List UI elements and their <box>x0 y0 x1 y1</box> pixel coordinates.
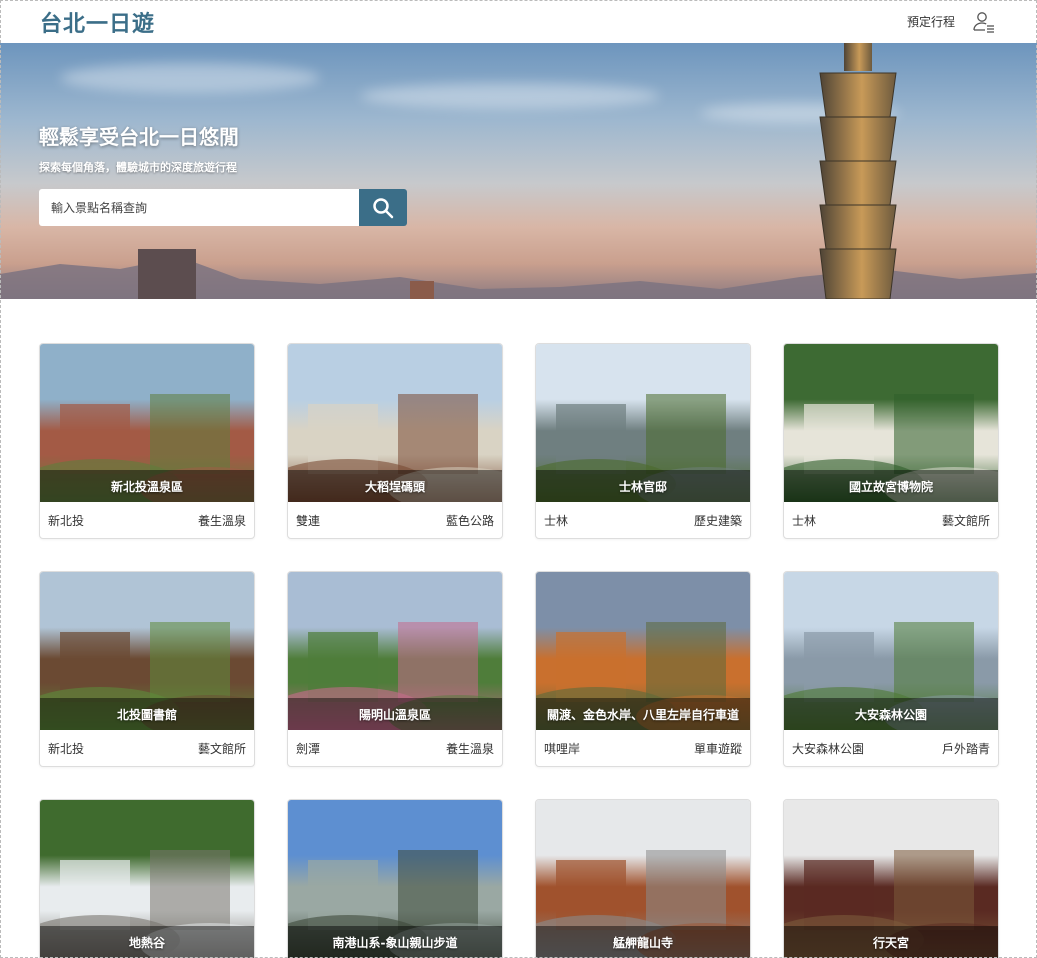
hero-banner: 輕鬆享受台北一日悠閒 探索每個角落，體驗城市的深度旅遊行程 <box>0 43 1037 299</box>
attraction-meta: 新北投 藝文館所 <box>40 730 254 766</box>
attraction-name: 行天宮 <box>784 926 998 958</box>
attraction-meta: 新北投 養生溫泉 <box>40 502 254 538</box>
attraction-image: 大安森林公園 <box>784 572 998 730</box>
search-bar <box>39 189 407 226</box>
attraction-category: 藍色公路 <box>445 513 494 528</box>
attraction-name: 國立故宮博物院 <box>784 470 998 502</box>
attraction-card[interactable]: 行天宮 <box>783 799 999 958</box>
attraction-name: 北投圖書館 <box>40 698 254 730</box>
attraction-image: 大稻埕碼頭 <box>288 344 502 502</box>
site-logo[interactable]: 台北一日遊 <box>40 6 155 38</box>
attraction-name: 南港山系-象山親山步道 <box>288 926 502 958</box>
booking-link[interactable]: 預定行程 <box>907 13 955 30</box>
attraction-category: 養生溫泉 <box>197 513 246 528</box>
attraction-mrt: 新北投 <box>48 513 85 528</box>
attraction-card[interactable]: 南港山系-象山親山步道 <box>287 799 503 958</box>
attraction-mrt: 士林 <box>544 513 569 528</box>
attraction-category: 養生溫泉 <box>445 741 494 756</box>
attraction-card[interactable]: 陽明山溫泉區 劍潭 養生溫泉 <box>287 571 503 767</box>
search-input[interactable] <box>39 189 359 226</box>
attraction-name: 士林官邸 <box>536 470 750 502</box>
attraction-mrt: 士林 <box>792 513 817 528</box>
attraction-card[interactable]: 關渡、金色水岸、八里左岸自行車道 唭哩岸 單車遊蹤 <box>535 571 751 767</box>
attraction-meta: 士林 歷史建築 <box>536 502 750 538</box>
attraction-name: 大稻埕碼頭 <box>288 470 502 502</box>
attraction-card[interactable]: 大稻埕碼頭 雙連 藍色公路 <box>287 343 503 539</box>
attraction-name: 陽明山溫泉區 <box>288 698 502 730</box>
attraction-meta: 士林 藝文館所 <box>784 502 998 538</box>
attraction-card[interactable]: 地熱谷 <box>39 799 255 958</box>
attraction-image: 國立故宮博物院 <box>784 344 998 502</box>
attraction-meta: 雙連 藍色公路 <box>288 502 502 538</box>
attraction-meta: 大安森林公園 戶外踏青 <box>784 730 998 766</box>
attraction-image: 艋舺龍山寺 <box>536 800 750 958</box>
hero-subtitle: 探索每個角落，體驗城市的深度旅遊行程 <box>39 161 237 174</box>
attraction-meta: 唭哩岸 單車遊蹤 <box>536 730 750 766</box>
attraction-image: 關渡、金色水岸、八里左岸自行車道 <box>536 572 750 730</box>
hero-cloud <box>360 83 660 109</box>
top-nav: 台北一日遊 預定行程 <box>0 0 1037 43</box>
attraction-image: 地熱谷 <box>40 800 254 958</box>
attraction-grid: 新北投溫泉區 新北投 養生溫泉 大稻埕碼頭 雙連 藍色公路 士林官邸 士林 歷史… <box>39 343 1000 958</box>
attraction-image: 北投圖書館 <box>40 572 254 730</box>
attraction-category: 藝文館所 <box>197 741 246 756</box>
attraction-image: 新北投溫泉區 <box>40 344 254 502</box>
header-actions: 預定行程 <box>907 9 997 35</box>
attraction-category: 單車遊蹤 <box>693 741 742 756</box>
attraction-name: 地熱谷 <box>40 926 254 958</box>
taipei-101-tower <box>819 43 897 299</box>
user-list-icon[interactable] <box>971 9 997 35</box>
attraction-mrt: 劍潭 <box>296 741 321 756</box>
hero-cloud <box>60 63 320 93</box>
attraction-category: 戶外踏青 <box>941 741 990 756</box>
attraction-card[interactable]: 士林官邸 士林 歷史建築 <box>535 343 751 539</box>
attraction-image: 南港山系-象山親山步道 <box>288 800 502 958</box>
attraction-mrt: 大安森林公園 <box>792 741 865 756</box>
search-button[interactable] <box>359 189 407 226</box>
attraction-name: 大安森林公園 <box>784 698 998 730</box>
search-icon <box>373 197 394 218</box>
attraction-card[interactable]: 北投圖書館 新北投 藝文館所 <box>39 571 255 767</box>
hero-title: 輕鬆享受台北一日悠閒 <box>39 125 239 149</box>
attraction-image: 陽明山溫泉區 <box>288 572 502 730</box>
attraction-mrt: 雙連 <box>296 513 321 528</box>
attraction-name: 新北投溫泉區 <box>40 470 254 502</box>
attraction-image: 士林官邸 <box>536 344 750 502</box>
attraction-image: 行天宮 <box>784 800 998 958</box>
attraction-name: 關渡、金色水岸、八里左岸自行車道 <box>536 698 750 730</box>
attraction-category: 歷史建築 <box>693 513 742 528</box>
attraction-category: 藝文館所 <box>941 513 990 528</box>
attraction-card[interactable]: 艋舺龍山寺 <box>535 799 751 958</box>
attraction-card[interactable]: 大安森林公園 大安森林公園 戶外踏青 <box>783 571 999 767</box>
attraction-name: 艋舺龍山寺 <box>536 926 750 958</box>
attraction-card[interactable]: 新北投溫泉區 新北投 養生溫泉 <box>39 343 255 539</box>
attraction-mrt: 新北投 <box>48 741 85 756</box>
attraction-meta: 劍潭 養生溫泉 <box>288 730 502 766</box>
attraction-card[interactable]: 國立故宮博物院 士林 藝文館所 <box>783 343 999 539</box>
attraction-mrt: 唭哩岸 <box>544 741 581 756</box>
